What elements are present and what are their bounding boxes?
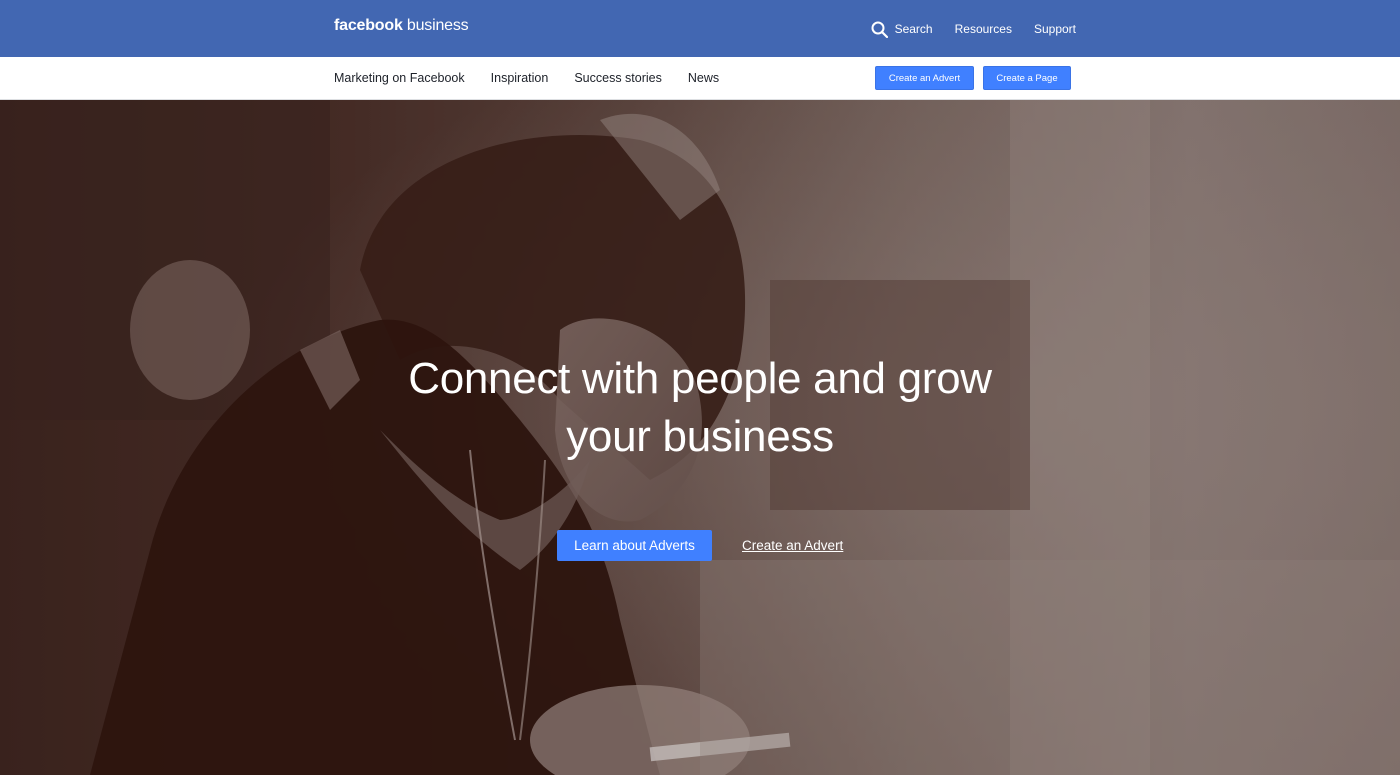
resources-link[interactable]: Resources <box>955 22 1012 36</box>
hero-section: Connect with people and grow your busine… <box>0 100 1400 775</box>
create-advert-button[interactable]: Create an Advert <box>875 66 974 90</box>
search-icon <box>871 21 888 38</box>
support-link[interactable]: Support <box>1034 22 1076 36</box>
facebook-business-logo[interactable]: facebook business <box>334 17 469 39</box>
create-page-button[interactable]: Create a Page <box>983 66 1071 90</box>
nav-success-stories[interactable]: Success stories <box>574 71 662 85</box>
learn-about-adverts-button[interactable]: Learn about Adverts <box>557 530 712 561</box>
hero-title: Connect with people and grow your busine… <box>350 350 1050 466</box>
top-links: Search Resources Support <box>871 18 1076 40</box>
logo-suffix: business <box>402 17 469 34</box>
hero-cta-group: Learn about Adverts Create an Advert <box>557 530 843 561</box>
nav-marketing-on-facebook[interactable]: Marketing on Facebook <box>334 71 465 85</box>
nav-inspiration[interactable]: Inspiration <box>491 71 549 85</box>
search-link[interactable]: Search <box>871 21 933 38</box>
secondary-nav: Marketing on Facebook Inspiration Succes… <box>0 57 1400 100</box>
nav-news[interactable]: News <box>688 71 719 85</box>
hero-title-line-2: your business <box>566 412 834 461</box>
top-header: facebook business Search Resources Suppo… <box>0 0 1400 57</box>
hero-title-line-1: Connect with people and grow <box>408 354 992 403</box>
search-label: Search <box>894 22 933 36</box>
subnav-buttons: Create an Advert Create a Page <box>875 66 1071 90</box>
logo-brand: facebook <box>334 17 403 34</box>
subnav-items: Marketing on Facebook Inspiration Succes… <box>334 57 719 99</box>
create-advert-link[interactable]: Create an Advert <box>742 538 843 553</box>
